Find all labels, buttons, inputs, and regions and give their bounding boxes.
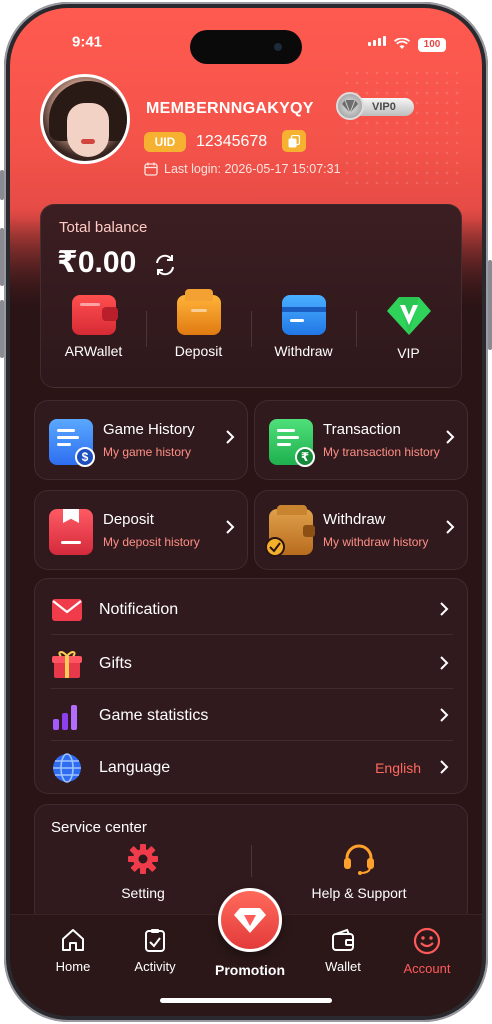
- tile-title: Deposit: [103, 511, 154, 528]
- gear-icon: [128, 844, 158, 874]
- tab-account[interactable]: Account: [392, 927, 462, 976]
- tile-title: Withdraw: [323, 511, 386, 528]
- deposit-history-icon: [49, 509, 93, 555]
- tile-subtitle: My withdraw history: [323, 535, 429, 549]
- setting-label: Setting: [121, 885, 165, 901]
- headset-icon: [344, 844, 374, 875]
- status-bar: 9:41 100: [10, 8, 482, 64]
- chevron-right-icon: [440, 708, 449, 722]
- help-support-button[interactable]: Help & Support: [251, 843, 467, 913]
- tab-wallet[interactable]: Wallet: [308, 927, 378, 974]
- withdraw-history-icon: [265, 505, 315, 557]
- settings-menu: Notification Gifts Game statistics Langu…: [34, 578, 468, 794]
- tile-title: Transaction: [323, 421, 401, 438]
- uid-tag: UID: [144, 132, 186, 152]
- home-icon: [62, 929, 84, 951]
- card-icon: [281, 295, 326, 335]
- chevron-right-icon: [440, 760, 449, 774]
- tile-subtitle: My transaction history: [323, 445, 440, 459]
- dynamic-island: [190, 30, 302, 64]
- menu-item-gifts[interactable]: Gifts: [51, 637, 453, 689]
- tab-label: Wallet: [325, 959, 361, 974]
- diamond-icon: [234, 908, 266, 933]
- tab-promotion[interactable]: [218, 888, 282, 952]
- game-history-icon: $: [49, 419, 95, 467]
- tile-deposit-history[interactable]: Deposit My deposit history: [34, 490, 248, 570]
- decorative-dots: [342, 68, 462, 188]
- promotion-label: Promotion: [215, 962, 285, 978]
- power-button: [488, 260, 492, 350]
- service-title: Service center: [51, 819, 147, 836]
- wallet-icon: [71, 295, 118, 335]
- balance-label: Total balance: [59, 219, 148, 236]
- withdraw-button[interactable]: Withdraw: [251, 295, 356, 375]
- wallet-icon: [332, 928, 354, 951]
- app-screen: 9:41 100 MEMBERNNGAKYQY VIP0 UID 1234567…: [10, 8, 482, 1016]
- smiley-icon: [413, 927, 441, 955]
- vip-icon: [386, 297, 431, 335]
- chevron-right-icon: [226, 520, 235, 534]
- calendar-icon: [144, 162, 158, 176]
- arwallet-label: ARWallet: [64, 343, 123, 359]
- phone-frame: 9:41 100 MEMBERNNGAKYQY VIP0 UID 1234567…: [4, 2, 488, 1022]
- battery-icon: 100: [418, 38, 446, 52]
- deposit-label: Deposit: [174, 343, 223, 359]
- transaction-icon: ₹: [269, 419, 315, 467]
- menu-item-game-statistics[interactable]: Game statistics: [51, 689, 453, 741]
- help-support-label: Help & Support: [311, 885, 407, 901]
- last-login: Last login: 2026-05-17 15:07:31: [144, 162, 341, 176]
- chevron-right-icon: [446, 520, 455, 534]
- home-indicator: [160, 998, 332, 1003]
- tab-home[interactable]: Home: [38, 927, 108, 974]
- menu-label: Game statistics: [99, 707, 209, 724]
- balance-card: Total balance ₹0.00 ARWallet Deposit Wit…: [40, 204, 462, 388]
- arwallet-button[interactable]: ARWallet: [41, 295, 146, 375]
- balance-actions: ARWallet Deposit Withdraw VIP: [41, 289, 461, 375]
- balance-amount: ₹0.00: [57, 246, 137, 279]
- tab-label: Home: [55, 959, 91, 974]
- status-time: 9:41: [72, 33, 103, 51]
- last-login-text: Last login: 2026-05-17 15:07:31: [164, 162, 341, 176]
- tab-label: Activity: [134, 959, 176, 974]
- globe-icon: [53, 753, 81, 783]
- menu-item-notification[interactable]: Notification: [51, 583, 453, 635]
- tile-title: Game History: [103, 421, 195, 438]
- chevron-right-icon: [446, 430, 455, 444]
- tile-subtitle: My game history: [103, 445, 192, 459]
- tile-game-history[interactable]: $ Game History My game history: [34, 400, 248, 480]
- tab-label: Account: [403, 961, 451, 976]
- username: MEMBERNNGAKYQY: [146, 100, 314, 117]
- gift-icon: [52, 651, 82, 678]
- chevron-right-icon: [440, 656, 449, 670]
- language-value: English: [375, 760, 421, 776]
- avatar[interactable]: [40, 74, 130, 164]
- tile-withdraw-history[interactable]: Withdraw My withdraw history: [254, 490, 468, 570]
- chevron-right-icon: [226, 430, 235, 444]
- chevron-right-icon: [440, 602, 449, 616]
- deposit-icon: [176, 289, 221, 335]
- uid-number: 12345678: [196, 133, 268, 150]
- tile-transaction[interactable]: ₹ Transaction My transaction history: [254, 400, 468, 480]
- vip-label: VIP: [397, 345, 420, 361]
- setting-button[interactable]: Setting: [35, 843, 251, 913]
- copy-icon[interactable]: [282, 130, 306, 152]
- deposit-button[interactable]: Deposit: [146, 289, 251, 375]
- vip-button[interactable]: VIP: [356, 295, 461, 375]
- tile-subtitle: My deposit history: [103, 535, 200, 549]
- menu-item-language[interactable]: Language English: [51, 741, 453, 793]
- clipboard-icon: [145, 929, 165, 952]
- withdraw-label: Withdraw: [274, 343, 333, 359]
- vip-badge[interactable]: VIP0: [336, 92, 416, 120]
- wifi-icon: [394, 38, 410, 49]
- refresh-icon[interactable]: [153, 253, 177, 277]
- mail-icon: [52, 599, 82, 621]
- bar-chart-icon: [53, 705, 77, 730]
- vip-gem-icon: [336, 92, 364, 120]
- menu-label: Language: [99, 759, 171, 776]
- tab-activity[interactable]: Activity: [120, 927, 190, 974]
- menu-label: Gifts: [99, 655, 132, 672]
- menu-label: Notification: [99, 601, 179, 618]
